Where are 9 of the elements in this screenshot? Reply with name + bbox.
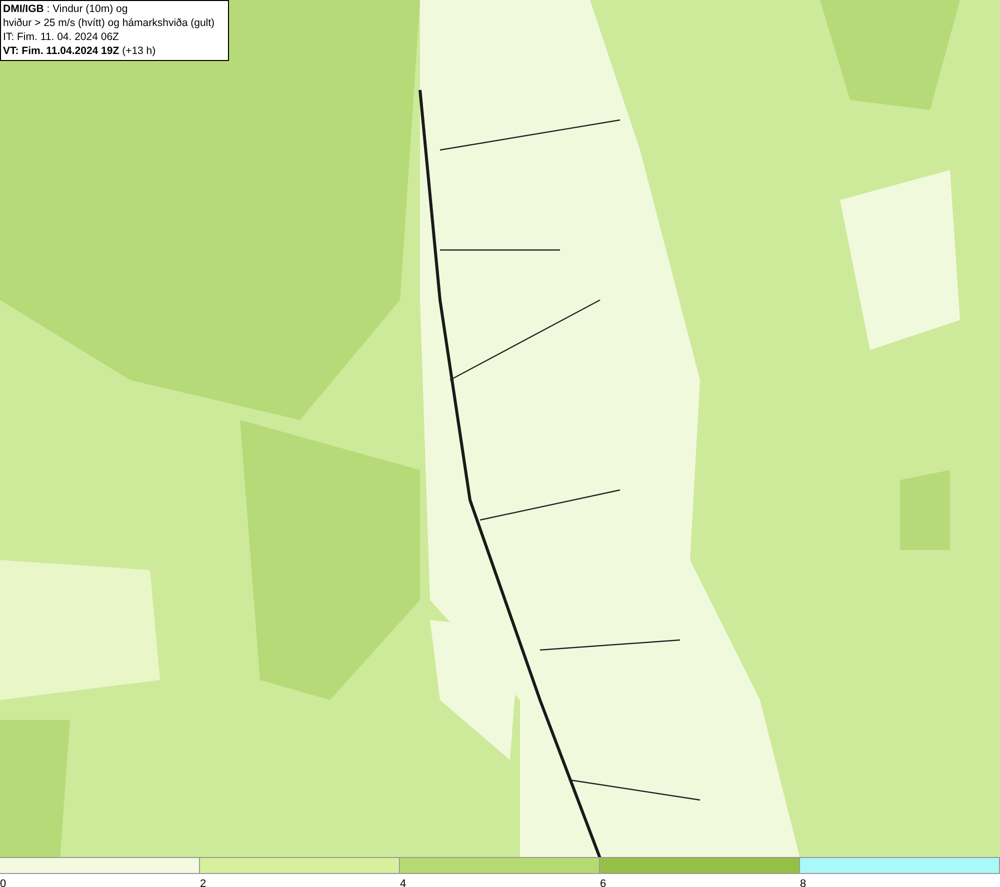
legend-label: 6 — [600, 878, 606, 887]
legend-label: 4 — [400, 878, 406, 887]
info-text: DMI/IGB : Vindur (10m) og — [3, 2, 129, 16]
legend-label: 2 — [200, 878, 206, 887]
legend-label: 0 — [0, 878, 6, 887]
info-text: VT: Fim. 11.04.2024 19Z (+13 h) — [3, 44, 157, 58]
legend-label: 8 — [800, 878, 806, 887]
info-text: IT: Fim. 11. 04. 2024 06Z — [3, 30, 120, 44]
info-text: hviður > 25 m/s (hvítt) og hámarkshviða (gult) — [3, 16, 216, 30]
